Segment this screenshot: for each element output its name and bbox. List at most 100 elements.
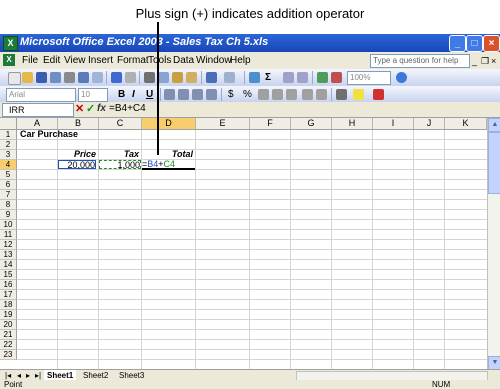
cancel-icon[interactable]: ✕ (75, 102, 84, 115)
decrease-indent-icon[interactable] (302, 89, 313, 100)
select-all-corner[interactable] (0, 118, 17, 129)
autosum-icon[interactable]: Σ (265, 72, 271, 83)
column-header-j[interactable]: J (414, 118, 445, 129)
row-header[interactable]: 17 (0, 290, 17, 300)
vertical-scrollbar[interactable]: ▲ ▼ (487, 118, 500, 370)
doc-close-button[interactable]: × (491, 56, 496, 66)
row-header[interactable]: 12 (0, 240, 17, 250)
underline-button[interactable]: U (146, 89, 153, 100)
column-header-b[interactable]: B (58, 118, 99, 129)
save-icon[interactable] (36, 72, 47, 83)
menu-help[interactable]: Help (230, 55, 251, 66)
workbook-icon[interactable]: X (3, 54, 15, 66)
column-header-a[interactable]: A (17, 118, 58, 129)
merge-center-icon[interactable] (206, 89, 217, 100)
row-header[interactable]: 6 (0, 180, 17, 190)
paste-icon[interactable] (172, 72, 183, 83)
column-header-f[interactable]: F (250, 118, 291, 129)
new-icon[interactable] (8, 72, 21, 85)
menu-view[interactable]: View (64, 55, 86, 66)
open-icon[interactable] (22, 72, 33, 83)
name-box[interactable]: IRR (2, 103, 74, 117)
decrease-decimal-icon[interactable] (286, 89, 297, 100)
row-header[interactable]: 7 (0, 190, 17, 200)
menu-window[interactable]: Window (196, 55, 232, 66)
row-header[interactable]: 5 (0, 170, 17, 180)
print-preview-icon[interactable] (92, 72, 103, 83)
copy-icon[interactable] (158, 72, 169, 83)
research-icon[interactable] (125, 72, 136, 83)
scroll-thumb[interactable] (488, 132, 500, 194)
column-header-i[interactable]: I (373, 118, 414, 129)
close-button[interactable]: × (483, 35, 500, 52)
cell-a1[interactable]: Car Purchase (20, 130, 78, 139)
row-header[interactable]: 8 (0, 200, 17, 210)
zoom-select[interactable]: 100% (347, 71, 391, 85)
enter-icon[interactable]: ✓ (86, 102, 95, 115)
cell-b4[interactable]: 20,000 (58, 160, 96, 170)
font-select[interactable]: Arial (6, 88, 76, 102)
row-header[interactable]: 18 (0, 300, 17, 310)
row-header[interactable]: 13 (0, 250, 17, 260)
column-header-e[interactable]: E (196, 118, 250, 129)
row-header[interactable]: 21 (0, 330, 17, 340)
row-header[interactable]: 11 (0, 230, 17, 240)
cell-c4[interactable]: 1,000 (99, 160, 141, 170)
menu-insert[interactable]: Insert (88, 55, 113, 66)
row-header[interactable]: 14 (0, 260, 17, 270)
row-header[interactable]: 4 (0, 160, 17, 170)
cut-icon[interactable] (144, 72, 155, 83)
comma-style-icon[interactable] (258, 89, 269, 100)
increase-indent-icon[interactable] (316, 89, 327, 100)
column-header-h[interactable]: H (332, 118, 373, 129)
align-right-icon[interactable] (192, 89, 203, 100)
row-header[interactable]: 22 (0, 340, 17, 350)
row-header[interactable]: 20 (0, 320, 17, 330)
percent-button[interactable]: % (243, 89, 252, 100)
menu-data[interactable]: Data (173, 55, 194, 66)
borders-icon[interactable] (336, 89, 347, 100)
sort-descending-icon[interactable] (297, 72, 308, 83)
align-left-icon[interactable] (164, 89, 175, 100)
email-icon[interactable] (64, 72, 75, 83)
format-painter-icon[interactable] (186, 72, 197, 83)
row-header[interactable]: 15 (0, 270, 17, 280)
print-icon[interactable] (78, 72, 89, 83)
row-header[interactable]: 16 (0, 280, 17, 290)
row-header[interactable]: 2 (0, 140, 17, 150)
column-header-k[interactable]: K (445, 118, 487, 129)
hyperlink-icon[interactable] (249, 72, 260, 83)
menu-edit[interactable]: Edit (43, 55, 60, 66)
maximize-button[interactable]: □ (466, 35, 483, 52)
row-header[interactable]: 10 (0, 220, 17, 230)
row-header[interactable]: 3 (0, 150, 17, 160)
formula-input[interactable]: =B4+C4 (109, 103, 146, 114)
permission-icon[interactable] (50, 72, 61, 83)
chart-wizard-icon[interactable] (317, 72, 328, 83)
doc-minimize-button[interactable]: _ (472, 56, 477, 66)
italic-button[interactable]: I (132, 89, 135, 100)
font-size-select[interactable]: 10 (78, 88, 108, 102)
row-header[interactable]: 1 (0, 130, 17, 140)
minimize-button[interactable]: _ (449, 35, 466, 52)
spelling-icon[interactable] (111, 72, 122, 83)
menu-format[interactable]: Format (117, 55, 149, 66)
column-header-d[interactable]: D (142, 118, 196, 129)
row-header[interactable]: 9 (0, 210, 17, 220)
increase-decimal-icon[interactable] (272, 89, 283, 100)
cell-b3[interactable]: Price (58, 150, 96, 159)
help-icon[interactable] (396, 72, 407, 83)
bold-button[interactable]: B (118, 89, 125, 100)
scroll-up-icon[interactable]: ▲ (488, 118, 500, 132)
excel-app-icon[interactable]: X (3, 36, 18, 51)
drawing-icon[interactable] (331, 72, 342, 83)
redo-icon[interactable] (224, 72, 235, 83)
cell-c3[interactable]: Tax (99, 150, 139, 159)
align-center-icon[interactable] (178, 89, 189, 100)
row-header[interactable]: 23 (0, 350, 17, 360)
currency-button[interactable]: $ (228, 89, 234, 100)
menu-tools[interactable]: Tools (148, 55, 171, 66)
scroll-down-icon[interactable]: ▼ (488, 356, 500, 370)
row-header[interactable]: 19 (0, 310, 17, 320)
fill-color-icon[interactable] (353, 89, 364, 100)
